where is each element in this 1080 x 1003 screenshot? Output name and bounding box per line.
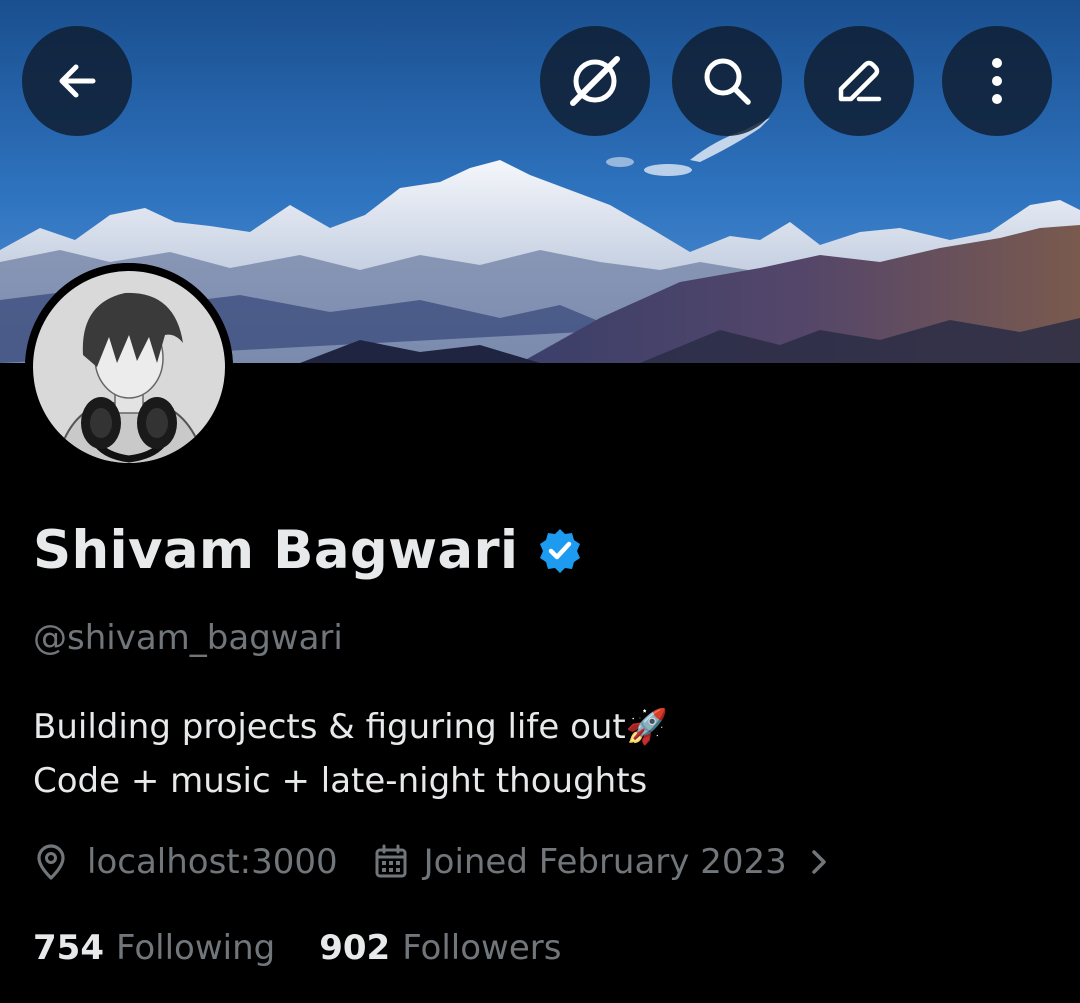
calendar-icon bbox=[374, 844, 408, 880]
profile-meta: localhost:3000 Joined February 2023 bbox=[33, 842, 831, 882]
back-button[interactable] bbox=[22, 26, 132, 136]
pencil-icon bbox=[838, 60, 882, 102]
location-pin-icon bbox=[33, 842, 69, 882]
more-button[interactable] bbox=[942, 26, 1052, 136]
followers-count: 902 bbox=[319, 928, 391, 968]
bio-line: Code + music + late-night thoughts bbox=[33, 761, 648, 801]
followers-link[interactable]: 902 Followers bbox=[319, 928, 561, 968]
profile-name-row: Shivam Bagwari bbox=[33, 520, 584, 581]
profile-bio: Building projects & figuring life out🚀 C… bbox=[33, 700, 668, 808]
followers-label: Followers bbox=[402, 928, 562, 968]
avatar[interactable] bbox=[25, 263, 233, 471]
edit-button[interactable] bbox=[804, 26, 914, 136]
display-name: Shivam Bagwari bbox=[33, 520, 519, 581]
grok-button[interactable] bbox=[540, 26, 650, 136]
location-link[interactable]: localhost:3000 bbox=[87, 842, 338, 882]
search-icon bbox=[704, 58, 751, 105]
bio-line: Building projects & figuring life out🚀 bbox=[33, 707, 669, 747]
search-button[interactable] bbox=[672, 26, 782, 136]
joined-date: Joined February 2023 bbox=[423, 842, 787, 882]
arrow-left-icon bbox=[59, 64, 96, 98]
user-handle: @shivam_bagwari bbox=[33, 618, 343, 658]
verified-badge-icon[interactable] bbox=[536, 527, 584, 575]
follow-stats: 754 Following 902 Followers bbox=[33, 928, 561, 968]
chevron-right-icon[interactable] bbox=[807, 844, 831, 880]
avatar-image bbox=[25, 263, 233, 471]
following-link[interactable]: 754 Following bbox=[33, 928, 275, 968]
following-label: Following bbox=[115, 928, 276, 968]
following-count: 754 bbox=[33, 928, 104, 968]
grok-icon bbox=[570, 56, 620, 106]
more-vertical-icon bbox=[992, 58, 1002, 104]
